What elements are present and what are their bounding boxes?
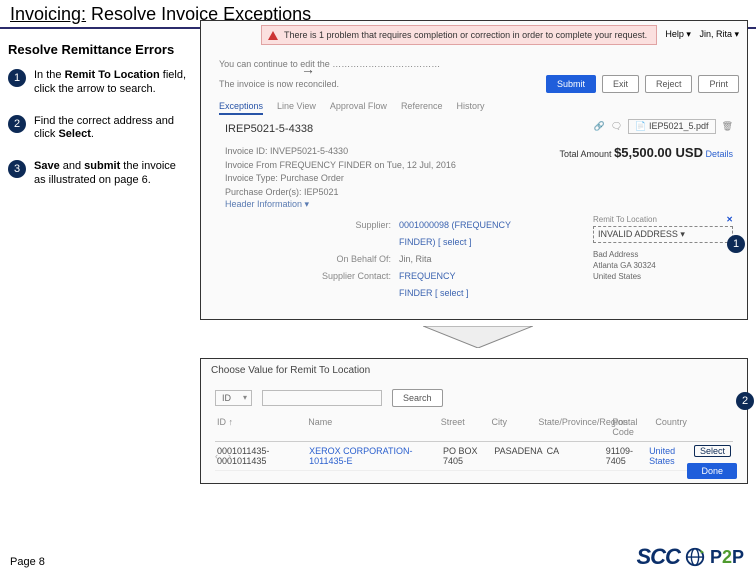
col-state[interactable]: State/Province/Region bbox=[538, 417, 608, 437]
action-buttons: Submit Exit Reject Print bbox=[546, 75, 739, 93]
header-fields: Supplier: 0001000098 (FREQUENCY FINDER) [… bbox=[301, 217, 511, 302]
col-street[interactable]: Street bbox=[441, 417, 488, 437]
logo-text: SCC bbox=[637, 544, 680, 570]
invoice-meta: Invoice ID: INVEP5021-5-4330 Invoice Fro… bbox=[225, 145, 456, 199]
header-info-toggle[interactable]: Header Information ▾ bbox=[225, 199, 309, 210]
total-label: Total Amount bbox=[560, 149, 612, 159]
submit-button[interactable]: Submit bbox=[546, 75, 596, 93]
step-bullet: 1 bbox=[8, 69, 26, 87]
col-name[interactable]: Name bbox=[308, 417, 437, 437]
subtitle: Resolve Remittance Errors bbox=[8, 42, 188, 57]
footer-logo: SCC P2P bbox=[637, 544, 745, 570]
col-country[interactable]: Country bbox=[655, 417, 696, 437]
alert-text: There is 1 problem that requires complet… bbox=[284, 30, 647, 40]
step-3: 3 Save and submit the invoice as illustr… bbox=[8, 160, 188, 188]
step-bullet: 3 bbox=[8, 160, 26, 178]
results-table: ID ↑ Name Street City State/Province/Reg… bbox=[215, 413, 733, 471]
globe-icon bbox=[684, 546, 706, 568]
irep-id: IREP5021-5-4338 bbox=[225, 123, 313, 135]
tab-approval[interactable]: Approval Flow bbox=[330, 101, 387, 115]
left-panel: Resolve Remittance Errors 1 In the Remit… bbox=[8, 42, 188, 206]
cell-state: CA bbox=[547, 446, 602, 466]
cell-street: PO BOX 7405 bbox=[443, 446, 490, 466]
tab-reference[interactable]: Reference bbox=[401, 101, 443, 115]
title-underline: Invoicing: bbox=[10, 4, 86, 24]
continue-text: You can continue to edit the ……………………………… bbox=[219, 59, 737, 69]
total-details-link[interactable]: Details bbox=[705, 149, 733, 159]
dialog-title: Choose Value for Remit To Location bbox=[211, 365, 370, 376]
done-button[interactable]: Done bbox=[687, 463, 737, 479]
print-button[interactable]: Print bbox=[698, 75, 739, 93]
reconciled-text: The invoice is now reconciled. bbox=[219, 79, 339, 89]
user-menu[interactable]: Jin, Rita ▾ bbox=[699, 29, 739, 39]
col-zip[interactable]: Postal Code bbox=[612, 417, 651, 437]
pager: ‹› bbox=[215, 451, 241, 461]
tab-bar: Exceptions Line View Approval Flow Refer… bbox=[219, 101, 484, 115]
warning-icon bbox=[268, 31, 278, 40]
remit-label: Remit To Location bbox=[593, 215, 657, 224]
delete-icon[interactable]: 🗑 bbox=[722, 121, 733, 132]
table-row: 0001011435-0001011435 XEROX CORPORATION-… bbox=[215, 442, 733, 471]
close-icon[interactable]: ✕ bbox=[726, 215, 733, 224]
cell-zip: 91109-7405 bbox=[606, 446, 645, 466]
alert-banner: There is 1 problem that requires complet… bbox=[261, 25, 657, 45]
cell-country: United States bbox=[649, 446, 675, 466]
screenshot-invoice: There is 1 problem that requires complet… bbox=[200, 20, 748, 320]
remit-to-panel: Remit To Location ✕ INVALID ADDRESS ▾ Ba… bbox=[593, 215, 733, 283]
logo-p2p: P2P bbox=[710, 547, 744, 568]
remit-to-select[interactable]: INVALID ADDRESS ▾ bbox=[593, 226, 733, 243]
field-label: Supplier Contact: bbox=[301, 268, 391, 285]
step-bullet: 2 bbox=[8, 115, 26, 133]
page-number: Page 8 bbox=[10, 556, 45, 568]
search-button[interactable]: Search bbox=[392, 389, 443, 407]
search-input[interactable] bbox=[262, 390, 382, 406]
exit-button[interactable]: Exit bbox=[602, 75, 639, 93]
callout-marker-1: 1 bbox=[727, 235, 745, 253]
top-links: Help ▾ Jin, Rita ▾ bbox=[659, 29, 739, 40]
field-label: Supplier: bbox=[301, 217, 391, 234]
table-header: ID ↑ Name Street City State/Province/Reg… bbox=[215, 413, 733, 442]
flow-arrow-icon bbox=[423, 326, 533, 348]
behalf-value: Jin, Rita bbox=[399, 254, 432, 264]
attachment-area: 🔗 🗨 📄 IEP5021_5.pdf 🗑 bbox=[594, 119, 733, 134]
field-select[interactable]: ID bbox=[215, 390, 252, 406]
meta-line: Invoice ID: INVEP5021-5-4330 bbox=[225, 145, 456, 159]
tab-exceptions[interactable]: Exceptions bbox=[219, 101, 263, 115]
supplier-value: 0001000098 (FREQUENCY bbox=[399, 220, 511, 230]
contact-value: FREQUENCY bbox=[399, 271, 456, 281]
supplier-select[interactable]: FINDER) [ select ] bbox=[399, 237, 472, 247]
next-icon[interactable]: › bbox=[228, 451, 231, 461]
col-city[interactable]: City bbox=[492, 417, 535, 437]
search-row: ID Search bbox=[215, 389, 443, 407]
meta-line: Invoice From FREQUENCY FINDER on Tue, 12… bbox=[225, 159, 456, 173]
field-label: On Behalf Of: bbox=[301, 251, 391, 268]
step-text: Find the correct address and click Selec… bbox=[34, 115, 188, 143]
help-menu[interactable]: Help ▾ bbox=[665, 29, 691, 39]
total-amount: Total Amount $5,500.00 USD Details bbox=[560, 145, 733, 160]
callout-marker-2: 2 bbox=[736, 392, 754, 410]
tab-history[interactable]: History bbox=[456, 101, 484, 115]
prev-icon[interactable]: ‹ bbox=[215, 451, 218, 461]
total-value: $5,500.00 USD bbox=[614, 145, 703, 160]
link-icon[interactable]: 🔗 bbox=[594, 121, 605, 132]
contact-select[interactable]: FINDER [ select ] bbox=[399, 288, 469, 298]
meta-line: Invoice Type: Purchase Order bbox=[225, 172, 456, 186]
step-text: Save and submit the invoice as illustrat… bbox=[34, 160, 188, 188]
col-id[interactable]: ID ↑ bbox=[217, 417, 304, 437]
remit-address: Bad Address Atlanta GA 30324 United Stat… bbox=[593, 249, 733, 283]
tab-lineview[interactable]: Line View bbox=[277, 101, 316, 115]
cell-city: PASADENA bbox=[494, 446, 542, 466]
select-button[interactable]: Select bbox=[694, 445, 731, 457]
step-2: 2 Find the correct address and click Sel… bbox=[8, 115, 188, 143]
meta-line: Purchase Order(s): IEP5021 bbox=[225, 186, 456, 200]
reject-button[interactable]: Reject bbox=[645, 75, 693, 93]
step-1: 1 In the Remit To Location field, click … bbox=[8, 69, 188, 97]
note-icon[interactable]: 🗨 bbox=[611, 121, 622, 132]
screenshot-choose-value: Choose Value for Remit To Location ID Se… bbox=[200, 358, 748, 484]
step-text: In the Remit To Location field, click th… bbox=[34, 69, 188, 97]
cell-name[interactable]: XEROX CORPORATION-1011435-E bbox=[309, 446, 412, 466]
file-chip[interactable]: 📄 IEP5021_5.pdf bbox=[628, 119, 715, 134]
